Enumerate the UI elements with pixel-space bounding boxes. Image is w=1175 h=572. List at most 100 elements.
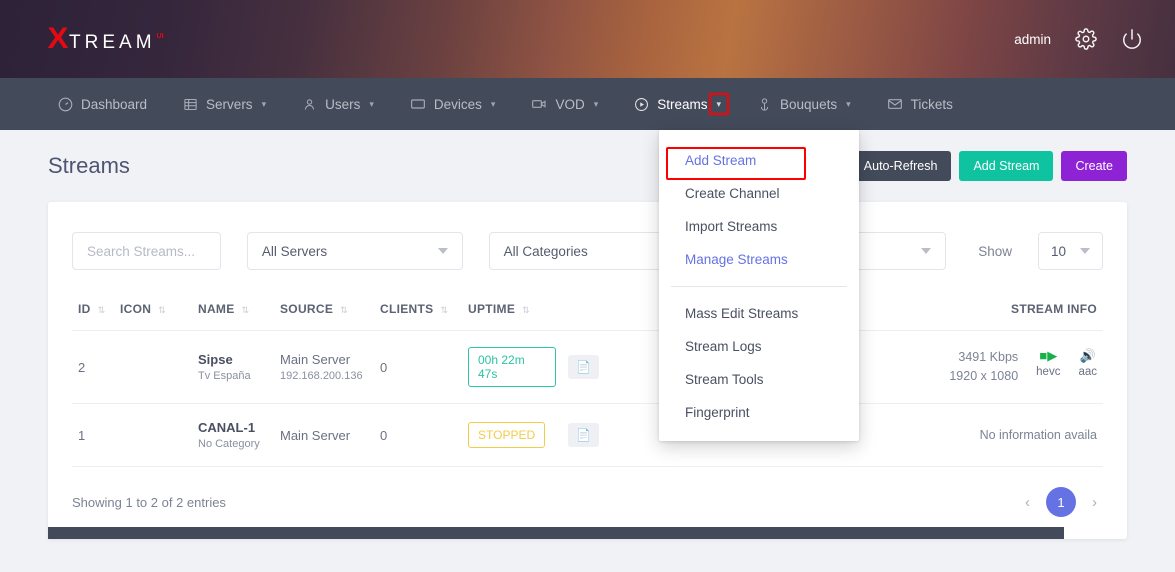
nav-item-dashboard[interactable]: Dashboard: [40, 78, 165, 130]
dropdown-item-add-stream[interactable]: Add Stream: [659, 144, 859, 177]
video-codec-block: ■▶ hevc: [1036, 348, 1060, 381]
stream-category: No Category: [198, 438, 260, 450]
col-source[interactable]: SOURCE ⇅: [274, 290, 374, 331]
nav-item-bouquets[interactable]: Bouquets ▾: [739, 78, 869, 130]
cell-source: Main Server 192.168.200.136: [274, 330, 374, 404]
nav-label: Dashboard: [81, 96, 148, 112]
page-title: Streams: [48, 153, 130, 178]
gauge-icon: [58, 97, 73, 112]
search-input[interactable]: [87, 243, 206, 259]
video-icon: [531, 96, 547, 112]
table-body: 2 Sipse Tv España Main Server 192.168.20…: [72, 330, 1103, 467]
dropdown-item-mass-edit-streams[interactable]: Mass Edit Streams: [659, 297, 859, 330]
prev-page-button[interactable]: ‹: [1019, 494, 1036, 511]
dropdown-item-manage-streams[interactable]: Manage Streams: [659, 243, 859, 276]
nav-item-streams[interactable]: Streams ▾: [616, 78, 739, 130]
xtream-logo[interactable]: X TREAM UI: [47, 22, 164, 55]
cell-icon: [114, 330, 192, 404]
chevron-down-icon[interactable]: ▾: [717, 99, 722, 110]
stream-category: Tv España: [198, 370, 251, 382]
bouquet-icon: [757, 97, 772, 112]
col-name[interactable]: NAME ⇅: [192, 290, 274, 331]
chevron-down-icon[interactable]: ▾: [262, 99, 267, 110]
col-clients[interactable]: CLIENTS ⇅: [374, 290, 462, 331]
nav-item-users[interactable]: Users ▾: [284, 78, 392, 130]
add-stream-button[interactable]: Add Stream: [959, 151, 1054, 181]
envelope-icon: [887, 96, 903, 112]
col-icon[interactable]: ICON ⇅: [114, 290, 192, 331]
cell-clients: 0: [374, 330, 462, 404]
page-content: Streams Auto-Refresh Add Stream Create S…: [0, 130, 1175, 539]
categories-select-value: All Categories: [503, 243, 588, 259]
page-header: Streams Auto-Refresh Add Stream Create: [48, 130, 1127, 202]
col-label: STREAM INFO: [1011, 302, 1097, 316]
chevron-down-icon[interactable]: ▾: [491, 99, 496, 110]
page-size-select[interactable]: 10: [1037, 232, 1103, 270]
table-row[interactable]: 2 Sipse Tv España Main Server 192.168.20…: [72, 330, 1103, 404]
page-size-value: 10: [1050, 243, 1066, 259]
col-label: ICON: [120, 302, 152, 316]
stream-name: CANAL-1: [198, 420, 256, 435]
col-id[interactable]: ID ⇅: [72, 290, 114, 331]
logo-text: TREAM: [69, 32, 156, 53]
col-uptime[interactable]: UPTIME ⇅: [462, 290, 562, 331]
stream-name: Sipse: [198, 352, 233, 367]
dropdown-item-stream-tools[interactable]: Stream Tools: [659, 363, 859, 396]
table-header: ID ⇅ ICON ⇅ NAME ⇅ SOURCE ⇅ CLIENTS ⇅ UP…: [72, 290, 1103, 331]
col-label: NAME: [198, 302, 235, 316]
cell-name: CANAL-1 No Category: [192, 403, 274, 467]
gear-icon[interactable]: [1075, 28, 1097, 50]
topbar-right: admin: [1014, 28, 1143, 50]
chevron-down-icon[interactable]: ▾: [594, 99, 599, 110]
power-icon[interactable]: [1121, 28, 1143, 50]
dropdown-item-stream-logs[interactable]: Stream Logs: [659, 330, 859, 363]
logo-superscript: UI: [156, 33, 164, 40]
main-navigation: Dashboard Servers ▾ Users ▾ Devices ▾ VO…: [0, 78, 1175, 130]
file-icon[interactable]: 📄: [568, 355, 599, 379]
device-icon: [410, 96, 426, 112]
search-input-wrapper[interactable]: [72, 232, 221, 270]
chevron-down-icon[interactable]: ▾: [846, 99, 851, 110]
nav-item-servers[interactable]: Servers ▾: [165, 78, 284, 130]
servers-select[interactable]: All Servers: [246, 232, 463, 270]
sort-icon: ⇅: [158, 305, 165, 315]
nav-label: Servers: [206, 96, 253, 112]
table-row[interactable]: 1 CANAL-1 No Category Main Server 0 STOP…: [72, 403, 1103, 467]
pagination: ‹ 1 ›: [1019, 487, 1103, 517]
uptime-badge: 00h 22m 47s: [468, 347, 556, 387]
file-icon[interactable]: 📄: [568, 423, 599, 447]
speaker-icon: 🔊: [1079, 348, 1096, 364]
page-1-button[interactable]: 1: [1046, 487, 1076, 517]
auto-refresh-button[interactable]: Auto-Refresh: [849, 151, 952, 181]
dropdown-item-fingerprint[interactable]: Fingerprint: [659, 396, 859, 429]
nav-label: Devices: [433, 96, 482, 112]
streams-card: All Servers All Categories er Show 10: [48, 202, 1127, 539]
admin-username[interactable]: admin: [1014, 32, 1051, 47]
dropdown-item-import-streams[interactable]: Import Streams: [659, 210, 859, 243]
servers-select-value: All Servers: [261, 243, 328, 259]
show-label: Show: [978, 243, 1012, 259]
cell-icon: [114, 403, 192, 467]
nav-item-devices[interactable]: Devices ▾: [392, 78, 514, 130]
source-name: Main Server: [280, 427, 351, 443]
server-icon: [183, 97, 198, 112]
dropdown-item-create-channel[interactable]: Create Channel: [659, 177, 859, 210]
col-stream-info: STREAM INFO: [830, 290, 1103, 331]
chevron-down-icon[interactable]: ▾: [369, 99, 374, 110]
video-icon: ■▶: [1039, 348, 1058, 364]
sort-icon: ⇅: [522, 305, 529, 315]
streams-table: ID ⇅ ICON ⇅ NAME ⇅ SOURCE ⇅ CLIENTS ⇅ UP…: [72, 290, 1103, 467]
uptime-badge: STOPPED: [468, 422, 546, 448]
audio-codec-block: 🔊 aac: [1078, 348, 1097, 381]
resolution: 1920 x 1080: [949, 369, 1019, 383]
video-codec: hevc: [1036, 365, 1061, 378]
filters-row: All Servers All Categories er Show 10: [72, 226, 1103, 290]
next-page-button[interactable]: ›: [1086, 494, 1103, 511]
logo-x: X: [47, 22, 69, 55]
bitrate: 3491 Kbps: [958, 350, 1019, 365]
cell-clients: 0: [374, 403, 462, 467]
col-label: UPTIME: [468, 302, 516, 316]
nav-item-vod[interactable]: VOD ▾: [513, 78, 616, 130]
nav-item-tickets[interactable]: Tickets: [869, 78, 971, 130]
create-button[interactable]: Create: [1061, 151, 1127, 181]
